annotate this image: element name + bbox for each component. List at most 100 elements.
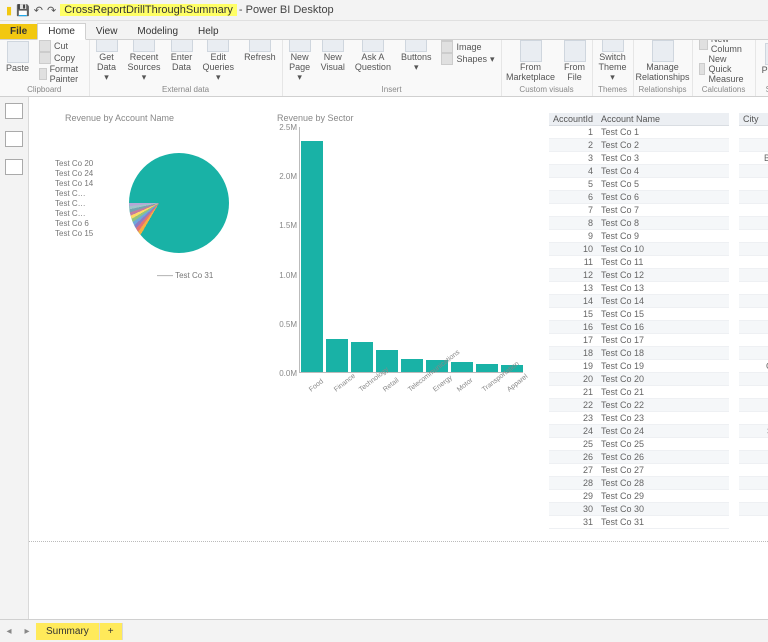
new-column-button[interactable]: New Column <box>697 40 751 54</box>
table-row[interactable]: 24Test Co 24 <box>549 425 729 438</box>
table-row[interactable]: Las Vegas <box>739 334 768 347</box>
bar[interactable] <box>401 359 423 372</box>
table-row[interactable]: Fort Myers <box>739 243 768 256</box>
marketplace-button[interactable]: From Marketplace <box>506 40 556 84</box>
table-row[interactable]: 21Test Co 21 <box>549 386 729 399</box>
pie-visual[interactable]: Revenue by Account Name Test Co 20Test C… <box>65 113 245 313</box>
tab-home[interactable]: Home <box>37 23 86 40</box>
new-quick-measure-button[interactable]: New Quick Measure <box>697 54 751 84</box>
table-row[interactable]: Philadelphia <box>739 373 768 386</box>
bar[interactable] <box>451 362 473 372</box>
bar[interactable] <box>326 339 348 372</box>
edit-queries-button[interactable]: Edit Queries▾ <box>201 40 237 84</box>
undo-icon[interactable]: ↶ <box>34 4 43 17</box>
new-page-button[interactable]: New Page▾ <box>287 40 313 84</box>
buttons-button[interactable]: Buttons▾ <box>399 40 434 74</box>
table-row[interactable]: Cincinnati <box>739 204 768 217</box>
manage-relationships-button[interactable]: Manage Relationships <box>638 40 688 84</box>
table-row[interactable]: Honolulu <box>739 282 768 295</box>
table-row[interactable]: Anada <box>739 139 768 152</box>
table-row[interactable]: Syracuse <box>739 451 768 464</box>
table-row[interactable]: 3Test Co 3 <box>549 152 729 165</box>
table-row[interactable]: Charleston <box>739 178 768 191</box>
table-row[interactable]: 15Test Co 15 <box>549 308 729 321</box>
table-row[interactable]: 12Test Co 12 <box>549 269 729 282</box>
refresh-button[interactable]: Refresh <box>242 40 278 64</box>
table-row[interactable]: San Jose <box>739 412 768 425</box>
table-row[interactable]: 13Test Co 13 <box>549 282 729 295</box>
table-row[interactable]: Greensboro <box>739 256 768 269</box>
bar[interactable] <box>301 141 323 372</box>
table-row[interactable]: Huntington <box>739 308 768 321</box>
ask-question-button[interactable]: Ask A Question <box>353 40 393 74</box>
bar[interactable] <box>351 342 373 372</box>
table-row[interactable]: Boynton Beach <box>739 152 768 165</box>
table-row[interactable]: Toledo <box>739 464 768 477</box>
table-row[interactable]: 11Test Co 11 <box>549 256 729 269</box>
table-row[interactable]: 26Test Co 26 <box>549 451 729 464</box>
publish-button[interactable]: Publish <box>760 42 768 77</box>
table-row[interactable]: Irving <box>739 321 768 334</box>
table-row[interactable]: 2Test Co 2 <box>549 139 729 152</box>
table-row[interactable]: Trenton <box>739 477 768 490</box>
switch-theme-button[interactable]: Switch Theme▾ <box>597 40 629 84</box>
table-row[interactable]: 16Test Co 16 <box>549 321 729 334</box>
table-row[interactable]: Waco <box>739 503 768 516</box>
new-visual-button[interactable]: New Visual <box>319 40 347 74</box>
table-row[interactable]: 7Test Co 7 <box>549 204 729 217</box>
table-row[interactable]: Santa Barbara <box>739 425 768 438</box>
get-data-button[interactable]: Get Data▾ <box>94 40 120 84</box>
table-row[interactable]: 23Test Co 23 <box>549 412 729 425</box>
page-prev[interactable]: ◂ <box>0 626 18 637</box>
table-row[interactable]: 28Test Co 28 <box>549 477 729 490</box>
shapes-button[interactable]: Shapes ▾ <box>439 53 496 65</box>
tab-help[interactable]: Help <box>188 24 229 39</box>
table-row[interactable]: Houston <box>739 295 768 308</box>
table-row[interactable]: Detroit <box>739 217 768 230</box>
table-row[interactable]: 25Test Co 25 <box>549 438 729 451</box>
table-row[interactable]: Oklahoma City <box>739 360 768 373</box>
image-button[interactable]: Image <box>439 41 496 53</box>
accounts-table[interactable]: AccountId Account Name 1Test Co 12Test C… <box>549 113 729 493</box>
page-next[interactable]: ▸ <box>18 626 36 637</box>
paste-button[interactable]: Paste <box>4 40 31 75</box>
city-table[interactable]: CityAmarilloAnadaBoynton BeachCarol Stre… <box>739 113 768 493</box>
table-row[interactable]: 8Test Co 8 <box>549 217 729 230</box>
table-row[interactable]: 27Test Co 27 <box>549 464 729 477</box>
recent-sources-button[interactable]: Recent Sources▾ <box>126 40 163 84</box>
tab-modeling[interactable]: Modeling <box>127 24 188 39</box>
data-view-icon[interactable] <box>5 131 23 147</box>
save-icon[interactable]: 💾 <box>16 4 30 17</box>
copy-button[interactable]: Copy <box>37 52 85 64</box>
table-row[interactable]: Amarillo <box>739 126 768 139</box>
table-row[interactable]: 1Test Co 1 <box>549 126 729 139</box>
table-row[interactable]: 22Test Co 22 <box>549 399 729 412</box>
table-row[interactable]: 29Test Co 29 <box>549 490 729 503</box>
format-painter-button[interactable]: Format Painter <box>37 64 85 84</box>
model-view-icon[interactable] <box>5 159 23 175</box>
table-row[interactable]: Reading <box>739 386 768 399</box>
table-row[interactable]: Troy <box>739 490 768 503</box>
table-row[interactable]: Rochester <box>739 399 768 412</box>
bar[interactable] <box>476 364 498 372</box>
col-accountname[interactable]: Account Name <box>597 113 729 126</box>
table-row[interactable]: 10Test Co 10 <box>549 243 729 256</box>
from-file-button[interactable]: From File <box>562 40 588 84</box>
col-city[interactable]: City <box>739 113 768 126</box>
table-row[interactable]: 9Test Co 9 <box>549 230 729 243</box>
table-row[interactable]: Hartford <box>739 269 768 282</box>
col-accountid[interactable]: AccountId <box>549 113 597 126</box>
table-row[interactable]: Stockton <box>739 438 768 451</box>
table-row[interactable]: 18Test Co 18 <box>549 347 729 360</box>
table-row[interactable]: 14Test Co 14 <box>549 295 729 308</box>
table-row[interactable]: Chicago <box>739 191 768 204</box>
table-row[interactable]: 31Test Co 31 <box>549 516 729 529</box>
table-row[interactable]: 17Test Co 17 <box>549 334 729 347</box>
table-row[interactable]: 30Test Co 30 <box>549 503 729 516</box>
redo-icon[interactable]: ↷ <box>47 4 56 17</box>
table-row[interactable]: Los Angeles <box>739 347 768 360</box>
report-view-icon[interactable] <box>5 103 23 119</box>
page-add[interactable]: + <box>100 623 123 640</box>
table-row[interactable]: 4Test Co 4 <box>549 165 729 178</box>
page-summary[interactable]: Summary <box>36 623 100 640</box>
